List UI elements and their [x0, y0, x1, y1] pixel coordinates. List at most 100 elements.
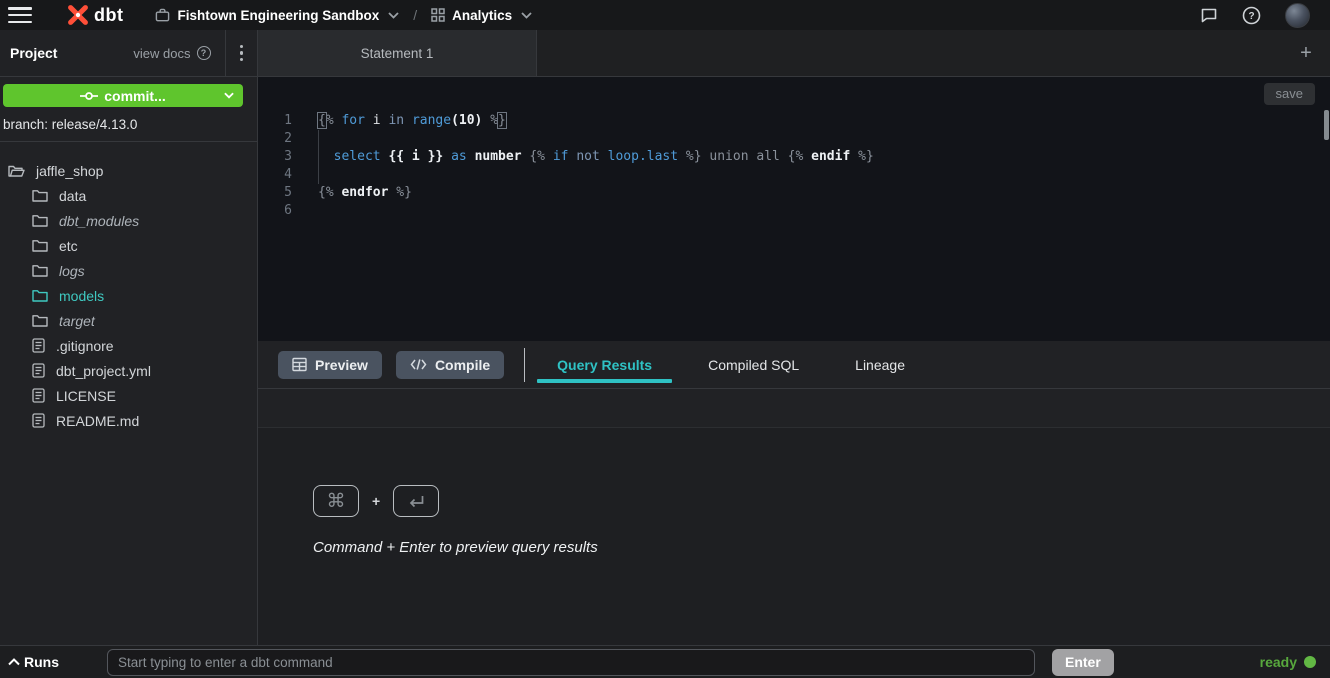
grid-icon: [431, 8, 445, 22]
line-number: 5: [258, 184, 292, 202]
git-commit-icon: [80, 91, 98, 101]
dbt-ide-window: dbt Fishtown Engineering Sandbox /: [0, 0, 1330, 678]
tree-item-logs[interactable]: logs: [0, 258, 257, 283]
tab-lineage[interactable]: Lineage: [827, 341, 933, 388]
user-avatar[interactable]: [1285, 3, 1310, 28]
folder-icon: [32, 289, 48, 302]
tree-item-jaffle-shop[interactable]: jaffle_shop: [0, 158, 257, 183]
code-line: 1{% for i in range(10) %}: [258, 112, 1330, 130]
commit-button[interactable]: commit...: [3, 84, 243, 107]
folder-icon: [32, 264, 48, 277]
briefcase-icon: [155, 8, 170, 23]
svg-text:?: ?: [1248, 11, 1254, 22]
tree-item-etc[interactable]: etc: [0, 233, 257, 258]
chevron-down-icon: [521, 12, 532, 19]
folder-icon: [32, 239, 48, 252]
chevron-down-icon[interactable]: [224, 92, 234, 99]
compile-button[interactable]: Compile: [396, 351, 504, 379]
file-icon: [32, 363, 45, 378]
editor-scrollbar[interactable]: [1324, 110, 1329, 140]
code-line: 6: [258, 202, 1330, 220]
file-icon: [32, 338, 45, 353]
tree-item-label: .gitignore: [56, 338, 114, 354]
status-indicator: ready: [1260, 654, 1316, 670]
project-name: Analytics: [452, 8, 512, 23]
tree-item-license[interactable]: LICENSE: [0, 383, 257, 408]
dbt-logo-icon: [66, 3, 90, 27]
preview-button-label: Preview: [315, 357, 368, 373]
preview-button[interactable]: Preview: [278, 351, 382, 379]
tree-item-dbt-modules[interactable]: dbt_modules: [0, 208, 257, 233]
status-text: ready: [1260, 654, 1297, 670]
account-name: Fishtown Engineering Sandbox: [177, 8, 379, 23]
tree-item-label: logs: [59, 263, 85, 279]
command-key-icon: ⌘: [313, 485, 359, 517]
editor-tab-bar: Statement 1 +: [258, 30, 1330, 77]
view-docs-label: view docs: [133, 46, 190, 61]
enter-key-icon: [393, 485, 439, 517]
file-tree: jaffle_shopdata dbt_modulesetc logs models t…: [0, 142, 257, 433]
tree-item-readme-md[interactable]: README.md: [0, 408, 257, 433]
tree-item-target[interactable]: target: [0, 308, 257, 333]
help-icon[interactable]: ?: [1242, 6, 1261, 25]
code-line: 2: [258, 130, 1330, 148]
new-tab-button[interactable]: +: [1282, 30, 1330, 76]
folder-open-icon: [8, 164, 25, 178]
runs-toggle[interactable]: Runs: [8, 654, 59, 670]
help-circle-icon: ?: [197, 46, 211, 60]
branch-label: branch: release/4.13.0: [0, 107, 257, 142]
sidebar-header: Project view docs ?: [0, 30, 257, 77]
dbt-command-input[interactable]: [107, 649, 1035, 676]
enter-button[interactable]: Enter: [1052, 649, 1114, 676]
results-tabs: Query ResultsCompiled SQLLineage: [529, 341, 933, 388]
folder-icon: [32, 214, 48, 227]
tree-item-label: dbt_project.yml: [56, 363, 151, 379]
line-number: 3: [258, 148, 292, 166]
tree-item-label: models: [59, 288, 104, 304]
folder-icon: [32, 314, 48, 327]
tree-item-label: etc: [59, 238, 78, 254]
tree-item-gitignore[interactable]: .gitignore: [0, 333, 257, 358]
project-switcher[interactable]: Analytics: [431, 8, 532, 23]
runs-label: Runs: [24, 654, 59, 670]
tab-compiled-sql[interactable]: Compiled SQL: [680, 341, 827, 388]
save-button[interactable]: save: [1264, 83, 1315, 105]
code-line: 5{% endfor %}: [258, 184, 1330, 202]
chevron-down-icon: [388, 12, 399, 19]
tab-statement-1[interactable]: Statement 1: [258, 30, 537, 76]
tree-item-data[interactable]: data: [0, 183, 257, 208]
file-icon: [32, 413, 45, 428]
dbt-logo-text: dbt: [94, 5, 123, 26]
chat-icon[interactable]: [1200, 6, 1218, 24]
view-docs-link[interactable]: view docs ?: [133, 46, 210, 61]
code-line: 4: [258, 166, 1330, 184]
commit-button-label: commit...: [104, 88, 165, 104]
file-icon: [32, 388, 45, 403]
kebab-menu-icon[interactable]: [236, 41, 258, 66]
code-editor[interactable]: save 1{% for i in range(10) %}23 select …: [258, 77, 1330, 341]
compile-button-label: Compile: [435, 357, 490, 373]
empty-state-hint: Command + Enter to preview query results: [313, 539, 1330, 556]
tree-item-label: README.md: [56, 413, 139, 429]
chevron-up-icon: [8, 658, 20, 666]
folder-icon: [32, 189, 48, 202]
breadcrumb-separator: /: [413, 7, 417, 23]
account-switcher[interactable]: Fishtown Engineering Sandbox: [155, 8, 399, 23]
tab-label: Statement 1: [361, 46, 434, 61]
status-dot-icon: [1304, 656, 1316, 668]
line-number: 6: [258, 202, 292, 220]
sidebar-title: Project: [10, 45, 57, 61]
tree-item-label: dbt_modules: [59, 213, 139, 229]
command-bar: Runs Enter ready: [0, 645, 1330, 678]
code-lines: 1{% for i in range(10) %}23 select {{ i …: [258, 77, 1330, 220]
results-toolbar: Preview Compile Query ResultsCompiled SQ…: [258, 341, 1330, 389]
hamburger-menu-icon[interactable]: [8, 7, 32, 23]
code-line: 3 select {{ i }} as number {% if not loo…: [258, 148, 1330, 166]
tree-item-models[interactable]: models: [0, 283, 257, 308]
tree-item-label: jaffle_shop: [36, 163, 103, 179]
divider: [524, 348, 525, 382]
top-nav-bar: dbt Fishtown Engineering Sandbox /: [0, 0, 1330, 30]
tree-item-dbt-project-yml[interactable]: dbt_project.yml: [0, 358, 257, 383]
tree-item-label: target: [59, 313, 95, 329]
tab-query-results[interactable]: Query Results: [529, 341, 680, 388]
